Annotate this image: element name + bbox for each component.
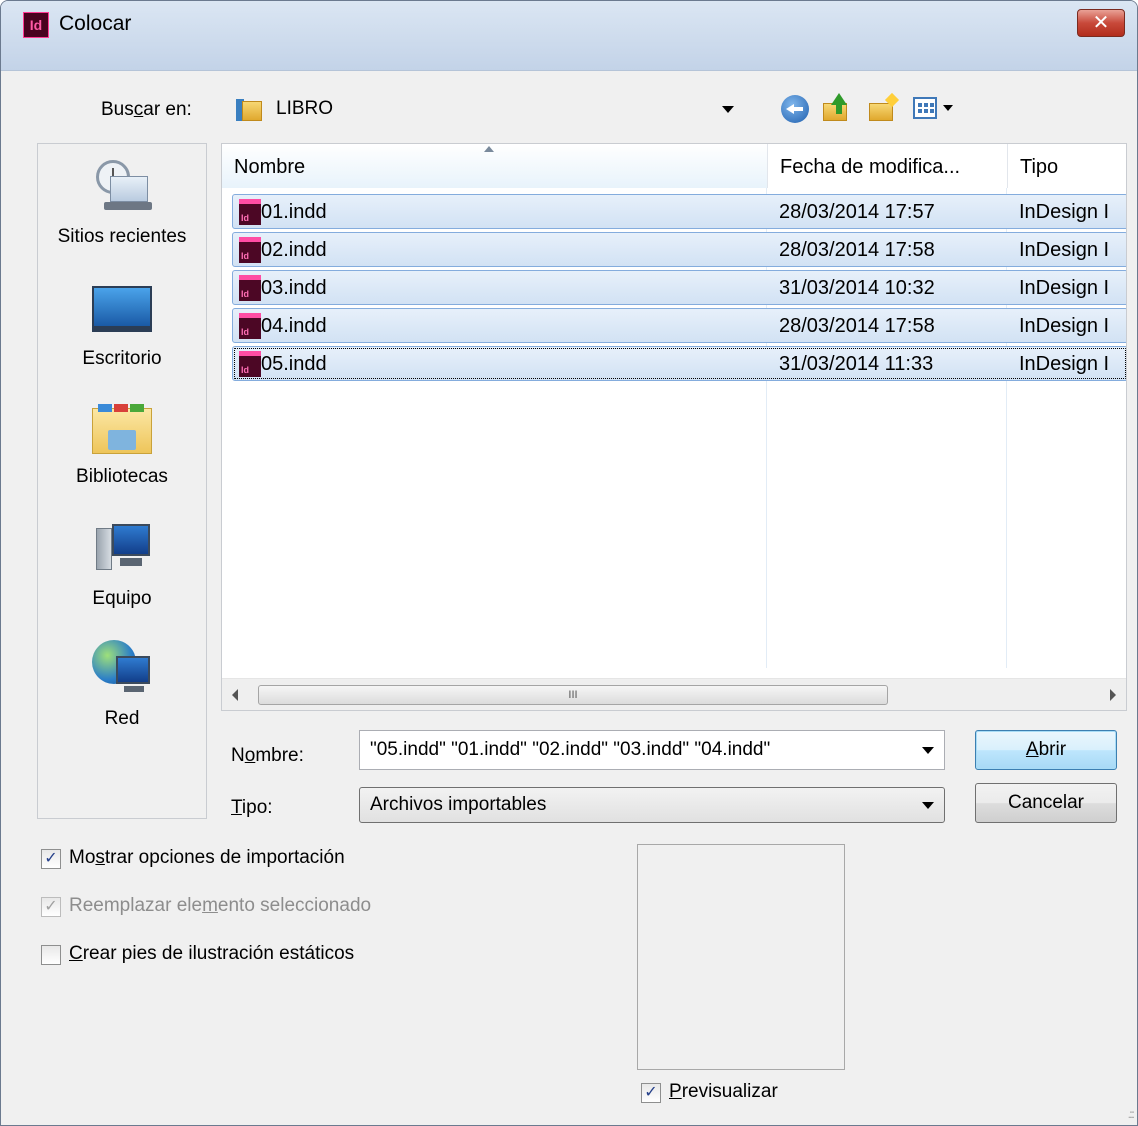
place-label: Bibliotecas — [76, 466, 168, 487]
up-folder-icon[interactable] — [821, 93, 851, 123]
replace-selected-checkbox: ✓ — [41, 897, 61, 917]
title-bar: Id Colocar ✕ — [1, 1, 1137, 71]
horizontal-scrollbar[interactable]: III — [222, 678, 1126, 710]
lookin-label: Buscar en: — [101, 99, 192, 120]
place-label: Escritorio — [82, 348, 162, 369]
preview-label[interactable]: Previsualizar — [669, 1081, 778, 1103]
scroll-right-icon[interactable] — [1110, 689, 1116, 701]
file-date: 31/03/2014 11:33 — [779, 353, 934, 375]
indesign-file-icon: Id — [239, 199, 261, 225]
file-name: 05.indd — [261, 353, 327, 375]
file-list[interactable]: Nombre Fecha de modifica... Tipo Id 01.i… — [221, 143, 1127, 711]
chevron-down-icon — [922, 747, 934, 754]
back-icon[interactable] — [781, 95, 809, 123]
chevron-down-icon — [722, 106, 734, 113]
folder-icon — [236, 99, 264, 121]
column-header-type[interactable]: Tipo — [1008, 144, 1126, 188]
place-label: Sitios recientes — [57, 226, 187, 247]
place-recent[interactable]: Sitios recientes — [38, 156, 206, 248]
recent-places-icon — [90, 156, 154, 220]
file-date: 28/03/2014 17:58 — [779, 239, 935, 261]
file-type: InDesign I — [1019, 277, 1110, 299]
indesign-app-icon: Id — [23, 12, 49, 38]
lookin-value: LIBRO — [276, 98, 334, 119]
indesign-file-icon: Id — [239, 313, 261, 339]
new-folder-icon[interactable] — [867, 92, 900, 123]
place-label: Equipo — [92, 588, 152, 609]
file-type: InDesign I — [1019, 239, 1110, 261]
column-header-date[interactable]: Fecha de modifica... — [768, 144, 1008, 188]
file-name: 03.indd — [261, 277, 327, 299]
filename-label: Nombre: — [231, 745, 304, 766]
filename-combobox[interactable]: "05.indd" "01.indd" "02.indd" "03.indd" … — [359, 730, 945, 770]
indesign-file-icon: Id — [239, 275, 261, 301]
filetype-label: Tipo: — [231, 797, 273, 818]
place-label: Red — [104, 708, 140, 729]
place-desktop[interactable]: Escritorio — [38, 278, 206, 370]
resize-grip-icon[interactable]: .::: — [1128, 1107, 1135, 1121]
file-type: InDesign I — [1019, 353, 1110, 375]
scroll-left-icon[interactable] — [232, 689, 238, 701]
open-button[interactable]: Abrir — [975, 730, 1117, 770]
indesign-file-icon: Id — [239, 351, 261, 377]
lookin-combobox[interactable]: LIBRO — [219, 87, 745, 131]
filename-value: "05.indd" "01.indd" "02.indd" "03.indd" … — [370, 739, 771, 760]
file-row[interactable]: Id 01.indd 28/03/2014 17:57 InDesign I — [232, 194, 1126, 229]
file-date: 31/03/2014 10:32 — [779, 277, 935, 299]
desktop-icon — [90, 278, 154, 342]
chevron-down-icon — [922, 802, 934, 809]
file-type: InDesign I — [1019, 201, 1110, 223]
static-captions-checkbox[interactable] — [41, 945, 61, 965]
filetype-value: Archivos importables — [370, 794, 547, 815]
file-type: InDesign I — [1019, 315, 1110, 337]
file-name: 01.indd — [261, 201, 327, 223]
file-row[interactable]: Id 02.indd 28/03/2014 17:58 InDesign I — [232, 232, 1126, 267]
place-network[interactable]: Red — [38, 638, 206, 730]
column-header-name[interactable]: Nombre — [222, 144, 768, 188]
place-libraries[interactable]: Bibliotecas — [38, 396, 206, 488]
show-import-options-label[interactable]: Mostrar opciones de importación — [69, 847, 345, 869]
file-name: 02.indd — [261, 239, 327, 261]
replace-selected-label: Reemplazar elemento seleccionado — [69, 895, 372, 916]
file-date: 28/03/2014 17:58 — [779, 315, 935, 337]
chevron-down-icon — [943, 105, 953, 111]
file-name: 04.indd — [261, 315, 327, 337]
view-menu-icon[interactable] — [913, 95, 961, 123]
static-captions-label[interactable]: Crear pies de ilustración estáticos — [69, 943, 354, 965]
places-bar: Sitios recientes Escritorio Bibliotecas — [37, 143, 207, 819]
file-row[interactable]: Id 05.indd 31/03/2014 11:33 InDesign I — [232, 346, 1126, 381]
place-dialog: Id Colocar ✕ Buscar en: LIBRO Sitios rec… — [0, 0, 1138, 1126]
sort-ascending-icon — [484, 146, 494, 152]
place-computer[interactable]: Equipo — [38, 518, 206, 610]
dialog-title: Colocar — [59, 12, 132, 35]
preview-checkbox[interactable]: ✓ — [641, 1083, 661, 1103]
preview-pane — [637, 844, 845, 1070]
network-icon — [90, 638, 154, 702]
file-date: 28/03/2014 17:57 — [779, 201, 935, 223]
close-button[interactable]: ✕ — [1077, 9, 1125, 37]
libraries-icon — [90, 396, 154, 460]
scrollbar-thumb[interactable]: III — [258, 685, 888, 705]
indesign-file-icon: Id — [239, 237, 261, 263]
file-row[interactable]: Id 03.indd 31/03/2014 10:32 InDesign I — [232, 270, 1126, 305]
computer-icon — [90, 518, 154, 582]
show-import-options-checkbox[interactable]: ✓ — [41, 849, 61, 869]
cancel-button[interactable]: Cancelar — [975, 783, 1117, 823]
filetype-select[interactable]: Archivos importables — [359, 787, 945, 823]
file-row[interactable]: Id 04.indd 28/03/2014 17:58 InDesign I — [232, 308, 1126, 343]
